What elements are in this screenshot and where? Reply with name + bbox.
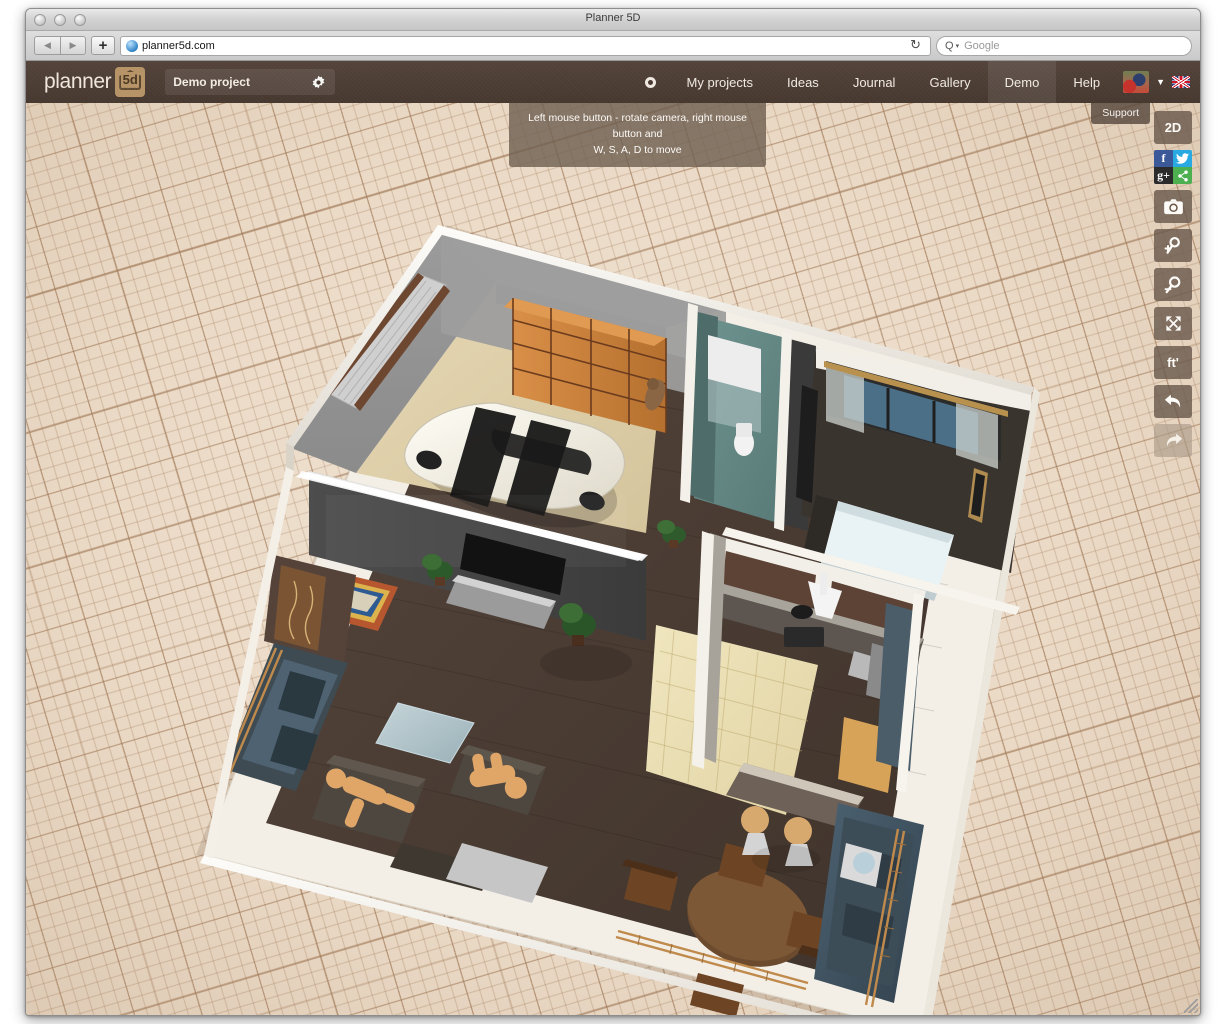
browser-titlebar: Planner 5D <box>26 9 1200 31</box>
nav-journal[interactable]: Journal <box>836 61 913 103</box>
support-button[interactable]: Support <box>1091 103 1150 124</box>
nav-gallery[interactable]: Gallery <box>912 61 987 103</box>
ground-grid <box>26 103 1200 1015</box>
browser-window: Planner 5D ◀ ▶ + planner5d.com ↻ Q ▾ Goo… <box>25 8 1201 1016</box>
nav-ideas[interactable]: Ideas <box>770 61 836 103</box>
expand-arrows-icon <box>1164 314 1183 333</box>
undo-arrow-icon <box>1163 392 1184 411</box>
add-person-view-button[interactable] <box>1154 229 1192 262</box>
redo-arrow-icon <box>1163 431 1184 450</box>
chevron-down-icon[interactable]: ▼ <box>1156 77 1165 87</box>
search-engine-caret-icon[interactable]: ▾ <box>956 42 960 50</box>
avatar[interactable] <box>1123 71 1149 93</box>
address-bar[interactable]: planner5d.com ↻ <box>120 36 931 56</box>
web-page: planner 5d RENDER Demo project <box>26 61 1200 1015</box>
info-dot-icon <box>645 77 656 88</box>
search-placeholder: Google <box>964 40 999 52</box>
nav-my-projects[interactable]: My projects <box>670 61 770 103</box>
header-navigation: My projects Ideas Journal Gallery Demo H… <box>631 61 1200 103</box>
project-name-field[interactable]: Demo project <box>165 69 335 95</box>
fullscreen-button[interactable] <box>1154 307 1192 340</box>
nav-demo[interactable]: Demo <box>988 61 1057 103</box>
hint-line-2: W, S, A, D to move <box>593 144 681 156</box>
units-button[interactable]: ft' <box>1154 346 1192 379</box>
gear-icon[interactable] <box>310 74 327 91</box>
app-header: planner 5d RENDER Demo project <box>26 61 1200 103</box>
screenshot-button[interactable] <box>1154 190 1192 223</box>
redo-button[interactable] <box>1154 424 1192 457</box>
camera-hint-tooltip: Left mouse button - rotate camera, right… <box>509 103 766 167</box>
logo-badge-subtext: RENDER <box>120 87 141 91</box>
language-flag-icon[interactable] <box>1172 76 1190 88</box>
url-text: planner5d.com <box>142 40 906 52</box>
search-icon: Q <box>945 40 954 52</box>
browser-toolbar: ◀ ▶ + planner5d.com ↻ Q ▾ Google <box>26 31 1200 61</box>
nav-help[interactable]: Help <box>1056 61 1117 103</box>
google-plus-icon[interactable]: g+ <box>1154 167 1173 184</box>
person-add-icon <box>1163 236 1183 256</box>
navigation-buttons: ◀ ▶ <box>34 36 86 55</box>
hint-line-1: Left mouse button - rotate camera, right… <box>528 112 747 140</box>
zoom-out-button[interactable] <box>1154 268 1192 301</box>
facebook-icon[interactable]: f <box>1154 150 1173 167</box>
window-resize-grip[interactable] <box>1184 999 1198 1013</box>
share-icon[interactable] <box>1173 167 1192 184</box>
design-viewport[interactable]: Left mouse button - rotate camera, right… <box>26 103 1200 1015</box>
social-share-buttons[interactable]: f g+ <box>1154 150 1192 184</box>
viewport-toolbar: 2D f g+ <box>1154 111 1192 457</box>
logo-badge-text: 5d <box>123 72 138 87</box>
user-menu[interactable]: ▼ <box>1117 61 1200 103</box>
magnifier-minus-icon <box>1163 275 1183 295</box>
back-button[interactable]: ◀ <box>34 36 60 55</box>
logo-badge: 5d RENDER <box>115 67 145 97</box>
forward-button[interactable]: ▶ <box>60 36 86 55</box>
globe-icon <box>126 40 138 52</box>
project-name-text: Demo project <box>173 75 310 89</box>
toggle-2d-view-button[interactable]: 2D <box>1154 111 1192 144</box>
new-tab-button[interactable]: + <box>91 36 115 55</box>
window-title: Planner 5D <box>26 12 1200 24</box>
camera-icon <box>1163 198 1184 215</box>
undo-button[interactable] <box>1154 385 1192 418</box>
planner5d-logo[interactable]: planner 5d RENDER <box>44 67 145 97</box>
twitter-icon[interactable] <box>1173 150 1192 167</box>
sidebar-item-help-dot[interactable] <box>631 61 670 103</box>
reload-icon[interactable]: ↻ <box>906 38 925 53</box>
logo-wordmark: planner <box>44 70 111 94</box>
search-input[interactable]: Q ▾ Google <box>936 36 1192 56</box>
